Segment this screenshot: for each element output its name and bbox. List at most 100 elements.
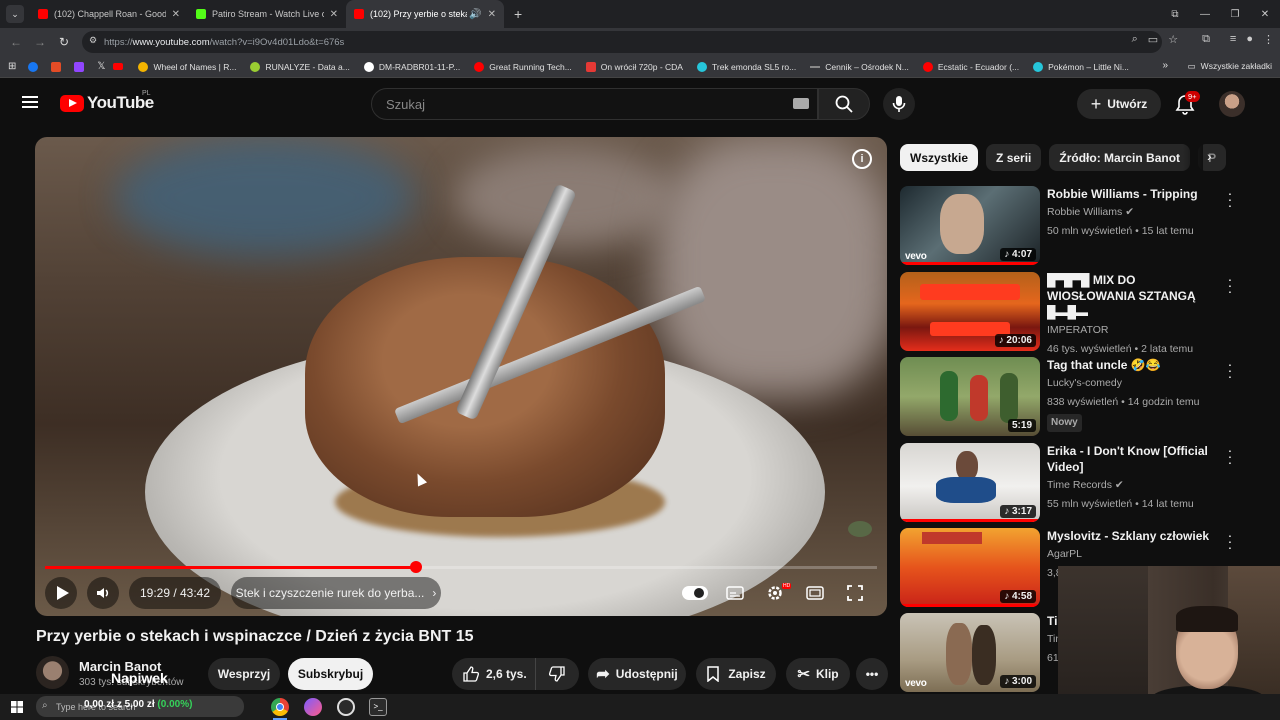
channel-avatar[interactable] bbox=[36, 656, 69, 689]
close-tab-icon[interactable]: ✕ bbox=[330, 9, 338, 20]
more-vert-icon[interactable]: · · · bbox=[1225, 357, 1235, 383]
taskbar-search-input[interactable]: ⌕ Type here to search 0,00 zł z 5,00 zł … bbox=[36, 696, 244, 717]
recommendation-item[interactable]: ♪ 3:17 Erika - I Don't Know [Official Vi… bbox=[900, 443, 1270, 523]
video-thumbnail[interactable]: vevo ♪ 4:07 bbox=[900, 186, 1040, 265]
terminal-taskbar-icon[interactable]: >_ bbox=[369, 698, 387, 716]
speaker-icon[interactable]: 🔊 bbox=[469, 9, 481, 20]
windows-start-button[interactable] bbox=[0, 701, 34, 713]
search-button[interactable] bbox=[818, 88, 870, 120]
bookmark-ecstatic[interactable]: Ecstatic - Ecuador (... bbox=[922, 61, 1019, 72]
chrome-taskbar-icon[interactable] bbox=[271, 698, 289, 716]
keyboard-icon[interactable] bbox=[793, 98, 809, 109]
more-vert-icon[interactable]: · · · bbox=[1225, 186, 1235, 212]
tab-list-icon[interactable]: ⧉ bbox=[1160, 9, 1190, 20]
windows-taskbar: ⌕ Type here to search 0,00 zł z 5,00 zł … bbox=[0, 694, 1280, 720]
reload-icon[interactable]: ↻ bbox=[52, 35, 76, 49]
restore-icon[interactable]: ❐ bbox=[1220, 9, 1250, 20]
new-tab-button[interactable]: + bbox=[514, 6, 522, 22]
subscribe-button[interactable]: Subskrybuj bbox=[288, 658, 373, 690]
more-vert-icon[interactable]: · · · bbox=[1225, 528, 1235, 554]
extensions-icon[interactable]: ⧉ bbox=[1202, 33, 1210, 46]
bookmark-cda[interactable]: On wrócił 720p - CDA bbox=[585, 61, 683, 72]
zoom-icon[interactable]: ⌕ bbox=[1132, 33, 1138, 46]
like-button[interactable]: 2,6 tys. bbox=[452, 658, 536, 690]
more-vert-icon[interactable]: · · · bbox=[1225, 443, 1235, 469]
settings-button[interactable] bbox=[759, 577, 791, 609]
bookmark-great-running[interactable]: Great Running Tech... bbox=[474, 61, 572, 72]
fullscreen-button[interactable] bbox=[839, 577, 871, 609]
autoplay-toggle[interactable] bbox=[682, 586, 708, 600]
browser-tab-3-active[interactable]: (102) Przy yerbie o stekach 🔊 ✕ bbox=[346, 0, 504, 28]
account-avatar[interactable] bbox=[1219, 91, 1245, 117]
chip-all[interactable]: Wszystkie bbox=[900, 144, 979, 171]
youtube-logo[interactable]: YouTube bbox=[60, 93, 154, 113]
browser-tab-2[interactable]: Patiro Stream - Watch Live on Kick ✕ bbox=[188, 0, 346, 28]
search-input[interactable]: Szukaj bbox=[371, 88, 818, 120]
chrome-menu-icon[interactable]: ⋮ bbox=[1263, 33, 1274, 46]
site-info-icon[interactable]: ⚙ bbox=[89, 35, 97, 46]
chevron-right-icon[interactable]: › bbox=[1207, 148, 1212, 164]
save-button[interactable]: Zapisz bbox=[696, 658, 776, 690]
tab-title: Patiro Stream - Watch Live on Kick bbox=[212, 9, 324, 19]
close-tab-icon[interactable]: ✕ bbox=[488, 9, 496, 20]
video-player[interactable]: i 19:29 / 43:42 Stek i czyszczenie rurek… bbox=[35, 137, 887, 616]
video-thumbnail[interactable]: 5:19 bbox=[900, 357, 1040, 436]
video-thumbnail[interactable]: ♪ 4:58 bbox=[900, 528, 1040, 607]
more-vert-icon[interactable]: · · · bbox=[1225, 272, 1235, 298]
recommendation-item[interactable]: vevo ♪ 4:07 Robbie Williams - Tripping R… bbox=[900, 186, 1270, 266]
tab-search-icon[interactable]: ⌄ bbox=[6, 5, 24, 23]
theater-mode-button[interactable] bbox=[799, 577, 831, 609]
dislike-button[interactable] bbox=[536, 658, 578, 690]
chip-series[interactable]: Z serii bbox=[986, 144, 1042, 171]
bookmark-wheel-of-names[interactable]: Wheel of Names | R... bbox=[138, 61, 236, 72]
media-icon[interactable]: ≡ bbox=[1230, 33, 1236, 46]
messenger-taskbar-icon[interactable] bbox=[304, 698, 322, 716]
bookmark-cennik[interactable]: Cennik – Ośrodek N... bbox=[810, 62, 909, 72]
bookmark-dm-radbr[interactable]: DM-RADBR01-11-P... bbox=[363, 61, 460, 72]
voice-search-button[interactable] bbox=[883, 88, 915, 120]
all-bookmarks-link[interactable]: ▭ Wszystkie zakładki bbox=[1188, 61, 1272, 72]
hamburger-menu-icon[interactable] bbox=[22, 96, 38, 108]
chip-source[interactable]: Źródło: Marcin Banot bbox=[1049, 144, 1191, 171]
channel-watermark-icon[interactable] bbox=[848, 521, 872, 537]
video-thumbnail[interactable]: vevo ♪ 3:00 bbox=[900, 613, 1040, 692]
chapter-button[interactable]: Stek i czyszczenie rurek do yerba... › bbox=[231, 577, 441, 609]
subtitles-button[interactable] bbox=[719, 577, 751, 609]
recommendation-item[interactable]: 5:19 Tag that uncle 🤣😂 Lucky's-comedy 83… bbox=[900, 357, 1270, 437]
clip-button[interactable]: ✂ Klip bbox=[786, 658, 850, 690]
info-icon[interactable]: i bbox=[852, 149, 872, 169]
support-button[interactable]: Wesprzyj bbox=[208, 658, 280, 690]
progress-bar[interactable] bbox=[45, 561, 877, 573]
bookmark-twitch[interactable] bbox=[74, 61, 89, 72]
apps-grid-icon[interactable]: ⊞ bbox=[8, 61, 16, 72]
more-bookmarks-icon[interactable]: » bbox=[1162, 60, 1168, 71]
cast-icon[interactable]: ▭ bbox=[1148, 33, 1158, 46]
close-tab-icon[interactable]: ✕ bbox=[172, 9, 180, 20]
video-thumbnail[interactable]: ♪ 20:06 bbox=[900, 272, 1040, 351]
bookmark-strava[interactable] bbox=[51, 61, 66, 72]
profile-icon[interactable]: ● bbox=[1246, 33, 1253, 46]
bookmark-pokemon[interactable]: Pokémon – Little Ni... bbox=[1033, 61, 1129, 72]
bookmark-runalyze[interactable]: RUNALYZE - Data a... bbox=[250, 61, 350, 72]
address-bar[interactable]: ⚙ https://www.youtube.com/watch?v=i9Ov4d… bbox=[82, 31, 1162, 53]
bookmark-trek[interactable]: Trek emonda SL5 ro... bbox=[696, 61, 796, 72]
volume-button[interactable] bbox=[87, 577, 119, 609]
minimize-icon[interactable]: — bbox=[1190, 9, 1220, 20]
progress-scrubber[interactable] bbox=[410, 561, 423, 573]
back-icon[interactable]: ← bbox=[4, 35, 28, 49]
share-button[interactable]: ➦ Udostępnij bbox=[588, 658, 686, 690]
bookmark-star-icon[interactable]: ☆ bbox=[1168, 33, 1178, 46]
create-button[interactable]: + Utwórz bbox=[1077, 89, 1161, 119]
obs-taskbar-icon[interactable] bbox=[337, 698, 355, 716]
bookmark-x[interactable]: 𝕏 bbox=[97, 61, 105, 72]
browser-tab-1[interactable]: (102) Chappell Roan - Good Luck, Babe! ✕ bbox=[30, 0, 188, 28]
bookmark-youtube[interactable] bbox=[113, 63, 128, 70]
bookmark-facebook[interactable] bbox=[28, 61, 43, 72]
video-thumbnail[interactable]: ♪ 3:17 bbox=[900, 443, 1040, 522]
play-button[interactable] bbox=[45, 577, 77, 609]
close-window-icon[interactable]: ✕ bbox=[1250, 9, 1280, 20]
recommendation-item[interactable]: ♪ 20:06 █▀█▀█ MIX DO WIOSŁOWANIA SZTANGĄ… bbox=[900, 272, 1270, 355]
watched-progress bbox=[900, 519, 1040, 522]
forward-icon[interactable]: → bbox=[28, 35, 52, 49]
more-actions-button[interactable]: ••• bbox=[856, 658, 888, 690]
